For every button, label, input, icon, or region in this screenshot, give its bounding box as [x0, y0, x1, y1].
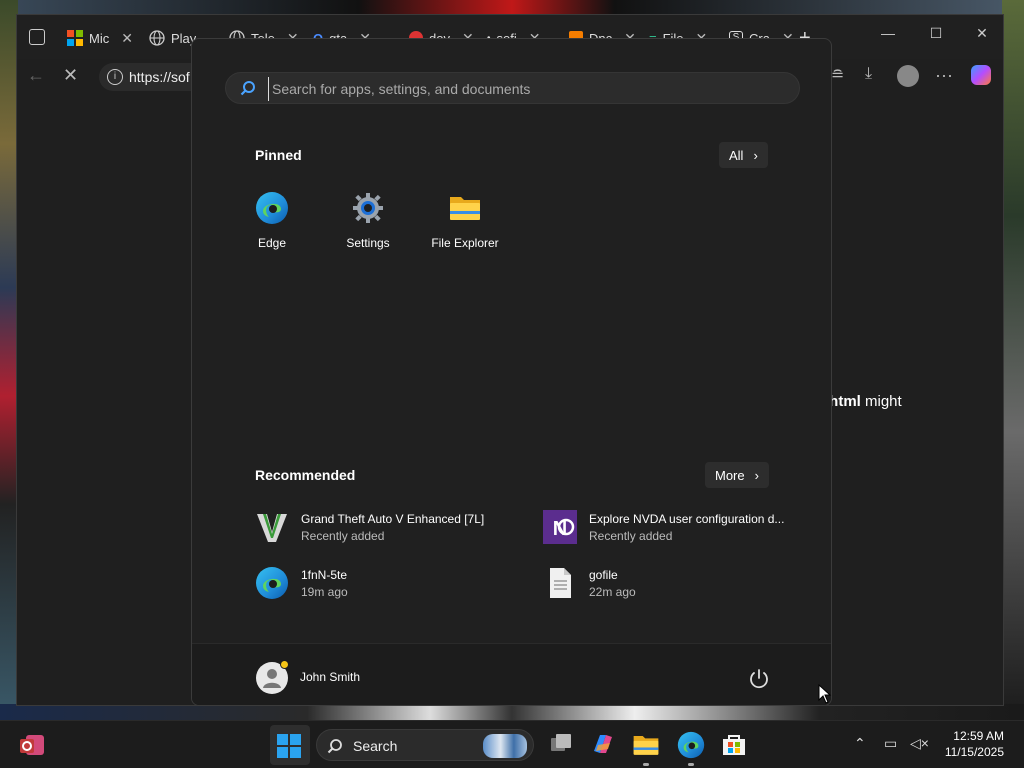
start-menu: Pinned All › Edge Settings File Explorer…: [191, 38, 832, 706]
pinned-app-label: Edge: [257, 236, 287, 250]
recommended-item-title: gofile: [589, 567, 618, 582]
start-search-box[interactable]: [225, 72, 800, 104]
search-highlight-image: [483, 734, 527, 758]
copilot-app-icon[interactable]: [590, 731, 618, 759]
microsoft-store-icon[interactable]: [720, 731, 748, 759]
microsoft-logo-icon: [67, 30, 83, 46]
search-icon: [327, 739, 342, 754]
recommended-item-subtitle: Recently added: [589, 528, 673, 543]
site-info-icon[interactable]: i: [107, 69, 123, 85]
page-sentence-text: might: [860, 393, 902, 410]
tab-label: Mic: [89, 30, 110, 46]
recommended-item[interactable]: 1fnN-5te 19m ago: [255, 566, 348, 600]
gta-v-icon: [257, 514, 287, 542]
clock-date: 11/15/2025: [944, 745, 1004, 759]
recommended-item[interactable]: N Explore NVDA user configuration d... R…: [543, 510, 784, 544]
profile-avatar-icon[interactable]: [897, 65, 919, 92]
power-icon[interactable]: [748, 668, 770, 690]
mouse-cursor-icon: [818, 684, 832, 704]
more-label: More: [715, 467, 745, 483]
settings-gear-icon: [353, 193, 383, 223]
pinned-app-file-explorer[interactable]: File Explorer: [420, 191, 510, 250]
recommended-item-title: Grand Theft Auto V Enhanced [7L]: [301, 511, 485, 526]
desktop-wallpaper-bottom: [0, 704, 1024, 720]
browser-tab[interactable]: Mic ✕: [67, 23, 133, 53]
recommended-item[interactable]: gofile 22m ago: [543, 566, 636, 600]
file-explorer-taskbar-icon[interactable]: [632, 731, 660, 759]
user-status-badge: [280, 660, 289, 669]
user-name[interactable]: John Smith: [300, 670, 360, 684]
taskbar-search-label: Search: [353, 738, 398, 754]
folder-icon: [450, 197, 480, 220]
edge-icon: [256, 567, 288, 599]
search-icon: [240, 81, 255, 96]
address-text: https://sof: [129, 69, 190, 85]
nvda-icon: N: [543, 510, 577, 544]
outlook-app-icon[interactable]: [18, 731, 46, 759]
edge-taskbar-icon[interactable]: [677, 731, 705, 759]
recommended-item-title: 1fnN-5te: [301, 567, 348, 582]
recommended-item-title: Explore NVDA user configuration d...: [589, 511, 785, 526]
close-tab-icon[interactable]: ✕: [121, 30, 133, 47]
all-apps-button[interactable]: All ›: [719, 142, 768, 168]
chevron-up-icon[interactable]: ⌃: [854, 735, 866, 752]
back-button[interactable]: ←: [27, 65, 45, 86]
recommended-item-subtitle: Recently added: [301, 528, 385, 543]
page-content-fragment: r.html might: [820, 393, 902, 410]
pinned-app-edge[interactable]: Edge: [227, 191, 317, 250]
all-apps-label: All: [729, 147, 744, 163]
network-display-icon[interactable]: ▭: [884, 735, 897, 752]
document-icon: [550, 568, 571, 598]
start-menu-footer: John Smith: [192, 643, 831, 705]
chevron-right-icon: ›: [753, 147, 758, 163]
system-clock[interactable]: 12:59 AM 11/15/2025: [945, 728, 1004, 760]
pinned-app-settings[interactable]: Settings: [323, 191, 413, 250]
downloads-icon[interactable]: ⤓: [865, 65, 872, 83]
edge-icon: [256, 192, 288, 224]
globe-icon: [149, 30, 165, 46]
desktop-wallpaper-top: [0, 0, 1024, 14]
chevron-right-icon: ›: [754, 467, 759, 483]
copilot-icon[interactable]: [971, 65, 991, 90]
windows-start-icon[interactable]: [276, 733, 304, 761]
recommended-item-subtitle: 19m ago: [301, 584, 348, 599]
task-view-icon[interactable]: [548, 731, 576, 759]
volume-muted-icon[interactable]: ◁×: [910, 735, 929, 752]
recommended-title: Recommended: [255, 467, 356, 483]
minimize-button[interactable]: —: [873, 25, 903, 41]
running-indicator: [688, 763, 694, 766]
pinned-app-label: File Explorer: [431, 236, 499, 250]
pinned-title: Pinned: [255, 147, 302, 163]
taskbar-search-box[interactable]: Search: [316, 729, 534, 761]
close-window-button[interactable]: ✕: [967, 25, 997, 42]
taskbar: Search ⌃ ▭ ◁× 12:59 AM 11/15/2025: [0, 720, 1024, 768]
clock-time: 12:59 AM: [953, 729, 1004, 743]
more-options-icon[interactable]: ···: [935, 65, 953, 86]
desktop-wallpaper-right: [1002, 0, 1024, 720]
maximize-button[interactable]: ☐: [921, 25, 951, 42]
pinned-app-label: Settings: [346, 236, 390, 250]
tab-actions-icon[interactable]: [29, 29, 45, 45]
collections-icon[interactable]: ≘: [831, 65, 844, 85]
recommended-item-subtitle: 22m ago: [589, 584, 636, 599]
running-indicator: [643, 763, 649, 766]
more-recommended-button[interactable]: More ›: [705, 462, 769, 488]
recommended-item[interactable]: Grand Theft Auto V Enhanced [7L] Recentl…: [255, 510, 484, 544]
browser-tab[interactable]: Play: [149, 23, 196, 53]
start-search-input[interactable]: [268, 77, 788, 101]
stop-loading-button[interactable]: ✕: [63, 65, 78, 86]
